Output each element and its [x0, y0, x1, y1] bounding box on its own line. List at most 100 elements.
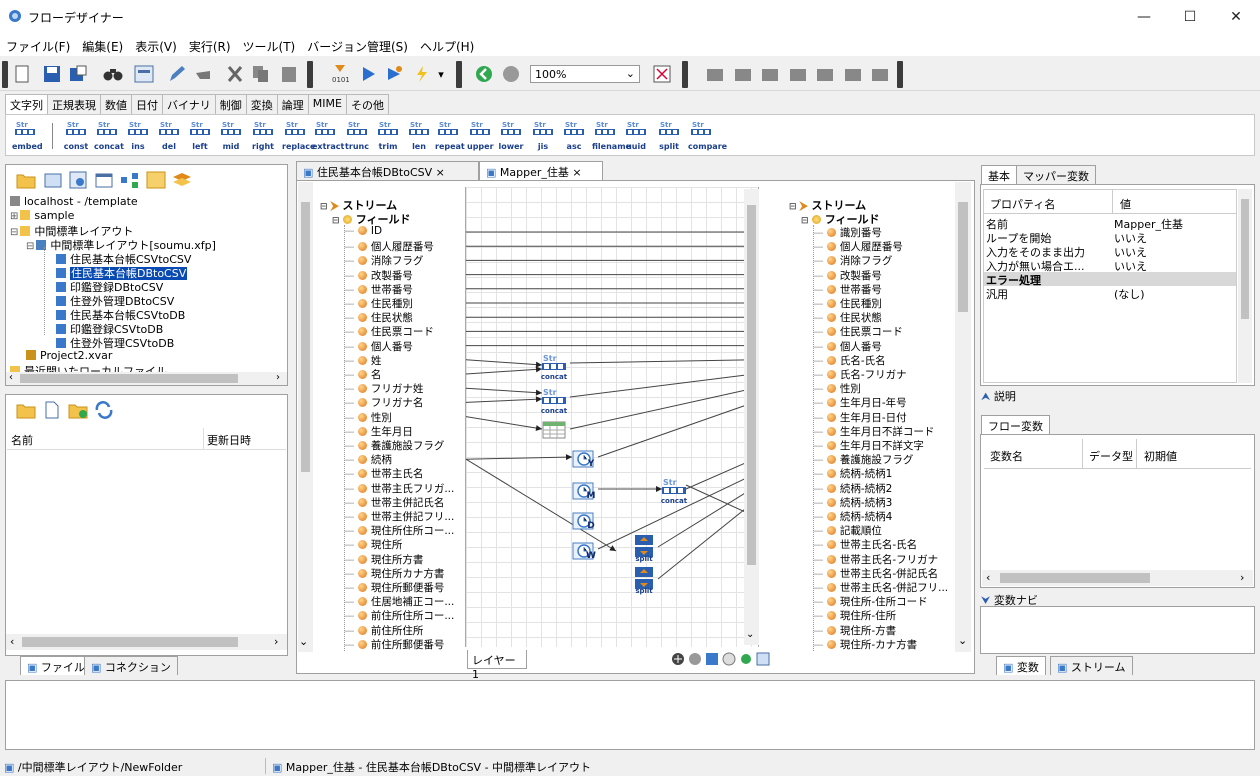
tab-flow-vars[interactable]: フロー変数 [981, 415, 1050, 434]
field-row[interactable]: — 現住所-方書 [813, 623, 896, 637]
field-row[interactable]: — 世帯主氏名-フリガナ [813, 552, 938, 566]
layers-icon[interactable] [172, 171, 192, 189]
property-row[interactable]: 汎用 (なし) [984, 286, 1236, 301]
field-row[interactable]: — 記載順位 [813, 523, 882, 537]
field-row[interactable]: — 続柄-続柄3 [813, 495, 892, 509]
align-icon[interactable] [733, 64, 753, 84]
col-date-header[interactable]: 更新日時 [207, 432, 251, 448]
field-row[interactable]: — 続柄-続柄1 [813, 466, 892, 480]
field-row[interactable]: — 現住所住所コー... [344, 523, 454, 537]
refresh-icon[interactable] [94, 401, 114, 419]
chevron-down-icon[interactable]: ⌄ [299, 635, 308, 648]
stream-node[interactable]: ⊟ ⮞ ストリーム [789, 197, 866, 212]
tab-control[interactable]: 制御 [214, 94, 247, 114]
field-row[interactable]: — 個人履歴番号 [344, 239, 434, 253]
close-tab-icon[interactable]: × [436, 166, 445, 179]
mapping-line[interactable] [466, 359, 543, 366]
menu-run[interactable]: 実行(R) [183, 34, 237, 56]
var-name-header[interactable]: 変数名 [990, 448, 1023, 464]
fn-split[interactable]: Str split [656, 119, 682, 151]
field-row[interactable]: — 現住所郵便番号 [344, 580, 444, 594]
field-row[interactable]: — フリガナ名 [344, 395, 423, 409]
field-row[interactable]: — 住民種別 [813, 296, 882, 310]
toolbar-grip[interactable] [307, 61, 313, 88]
tab-variables[interactable]: ▣ 変数 [996, 656, 1046, 675]
field-row[interactable]: — 性別 [813, 381, 861, 395]
toolbar-grip[interactable] [456, 61, 462, 88]
edit-layer-icon[interactable] [705, 652, 719, 666]
chevron-down-icon[interactable]: ⌄ [746, 629, 754, 640]
field-row[interactable]: — 名 [344, 367, 381, 381]
minimize-button[interactable]: — [1121, 0, 1167, 34]
undo-icon[interactable] [193, 64, 213, 84]
field-row[interactable]: — 前住所住所 [344, 623, 423, 637]
tab-basic[interactable]: 基本 [981, 165, 1017, 184]
delete-layer-icon[interactable] [688, 652, 702, 666]
chevron-right-icon[interactable]: › [1240, 571, 1244, 584]
mapping-line[interactable] [569, 373, 755, 398]
field-row[interactable]: — 住民状態 [344, 310, 413, 324]
step-icon[interactable] [412, 64, 432, 84]
fn-mid[interactable]: Str mid [218, 119, 244, 151]
field-group-node[interactable]: ⊟ フィールド [332, 211, 410, 226]
tree-item[interactable]: 住民基本台帳CSVtoCSV [56, 251, 191, 266]
tree-item[interactable]: 住登外管理CSVtoDB [56, 335, 174, 350]
field-row[interactable]: — 世帯主併記氏名 [344, 495, 444, 509]
chevron-left-icon[interactable]: ‹ [9, 372, 13, 383]
fit-icon[interactable] [652, 64, 672, 84]
field-row[interactable]: — 続柄-続柄4 [813, 509, 892, 523]
field-row[interactable]: — 生年月日-日付 [813, 410, 907, 424]
field-row[interactable]: — 改製番号 [813, 268, 882, 282]
toolbar-grip[interactable] [682, 61, 688, 88]
maximize-button[interactable]: ☐ [1167, 0, 1213, 34]
tree-item[interactable]: ⊞ sample [10, 209, 74, 223]
canvas-vscrollbar[interactable]: ⌄ [744, 189, 759, 645]
field-row[interactable]: — 養護施設フラグ [813, 452, 913, 466]
fn-right[interactable]: Str right [250, 119, 276, 151]
field-row[interactable]: — 生年月日 [344, 424, 413, 438]
stream-node[interactable]: ⊟ ⮞ ストリーム [320, 197, 397, 212]
field-row[interactable]: — 姓 [344, 353, 381, 367]
fn-jis[interactable]: Str jis [530, 119, 556, 151]
field-row[interactable]: — 消除フラグ [813, 253, 892, 267]
fn-upper[interactable]: Str upper [467, 119, 494, 151]
table-icon[interactable] [44, 171, 62, 189]
mapper-icon[interactable] [120, 171, 140, 189]
fn-embed[interactable]: Str embed [12, 119, 43, 151]
field-row[interactable]: — 世帯主併記フリ... [344, 509, 454, 523]
fn-len[interactable]: Str len [406, 119, 432, 151]
var-init-header[interactable]: 初期値 [1144, 448, 1177, 464]
target-vscrollbar[interactable]: ⌄ [955, 182, 971, 652]
view-icon[interactable] [722, 652, 736, 666]
field-row[interactable]: — 世帯主氏名-併記氏名 [813, 566, 938, 580]
expand-toggle-icon[interactable]: ⊟ [26, 241, 34, 252]
compile-icon[interactable]: 0101 [330, 64, 350, 84]
fn-extract[interactable]: Str extract [312, 119, 344, 151]
fn-const[interactable]: Str const [63, 119, 89, 151]
tab-mapper-vars[interactable]: マッパー変数 [1016, 165, 1096, 184]
field-row[interactable]: — 性別 [344, 410, 392, 424]
tab-layer1[interactable]: レイヤー1 [467, 650, 527, 681]
dropdown-arrow-icon[interactable]: ▾ [436, 64, 446, 84]
mapping-line[interactable] [569, 359, 755, 364]
tab-editor-dbtocsv[interactable]: ▣ 住民基本台帳DBtoCSV × [296, 161, 479, 180]
align-icon[interactable] [705, 64, 725, 84]
mapping-line[interactable] [569, 387, 755, 430]
debug-icon[interactable] [739, 652, 753, 666]
fn-filename[interactable]: Str filename [592, 119, 631, 151]
fn-concat[interactable]: Str concat [94, 119, 124, 151]
field-group-node[interactable]: ⊟ フィールド [801, 211, 879, 226]
mapping-line[interactable] [466, 387, 543, 394]
save-as-icon[interactable] [68, 64, 88, 84]
add-layer-icon[interactable] [671, 652, 685, 666]
fn-left[interactable]: Str left [187, 119, 213, 151]
flow-icon[interactable] [69, 171, 87, 189]
fn-uuid[interactable]: Str uuid [623, 119, 649, 151]
field-row[interactable]: — 世帯主氏名-併記フリ... [813, 580, 948, 594]
fn-trunc[interactable]: Str trunc [344, 119, 370, 151]
field-row[interactable]: — 世帯主氏名 [344, 466, 423, 480]
field-row[interactable]: — 消除フラグ [344, 253, 423, 267]
chevron-left-icon[interactable]: ‹ [986, 571, 990, 584]
folder-icon[interactable] [16, 171, 36, 189]
tree-item[interactable]: 住民基本台帳DBtoCSV [56, 265, 188, 280]
